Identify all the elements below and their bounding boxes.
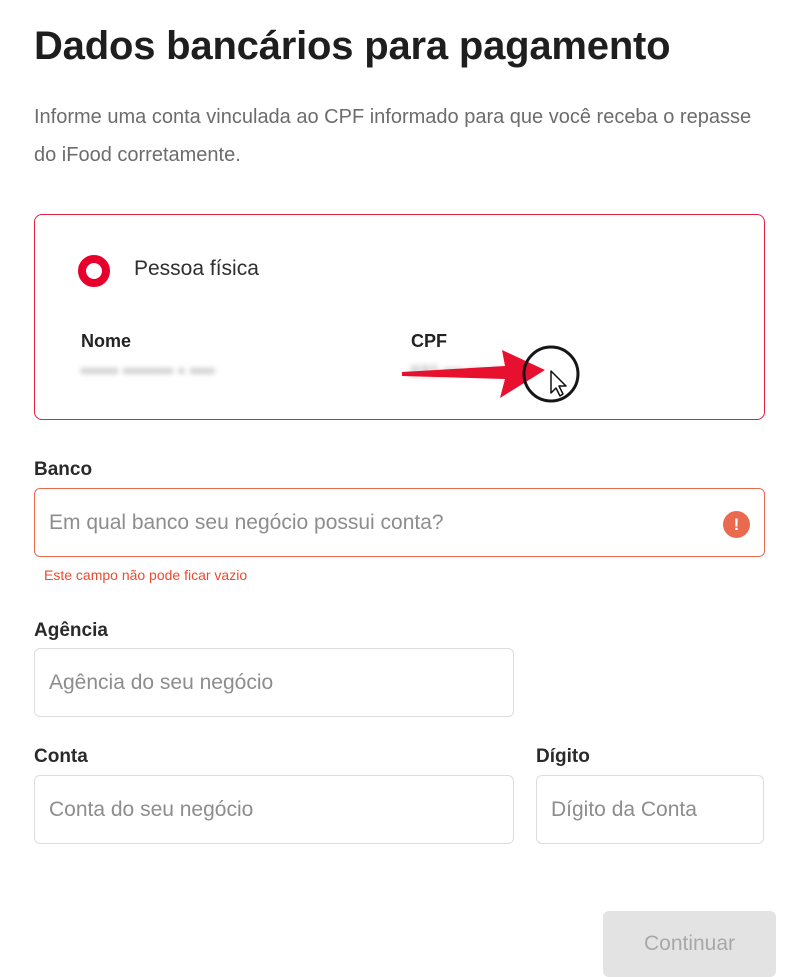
pessoa-fisica-card[interactable]: Pessoa física Nome •••••• •••••••• • •••… bbox=[34, 214, 765, 420]
error-icon: ! bbox=[723, 511, 750, 538]
radio-selected-icon[interactable] bbox=[78, 255, 110, 287]
cpf-value: 032.•••.•••-•• bbox=[411, 363, 506, 380]
digito-label: Dígito bbox=[536, 746, 590, 767]
nome-value: •••••• •••••••• • •••• bbox=[81, 363, 216, 380]
banco-placeholder: Em qual banco seu negócio possui conta? bbox=[49, 510, 444, 534]
cpf-label: CPF bbox=[411, 331, 447, 351]
continue-button[interactable]: Continuar bbox=[603, 911, 776, 977]
banco-error-message: Este campo não pode ficar vazio bbox=[44, 567, 248, 583]
page-subtitle: Informe uma conta vinculada ao CPF infor… bbox=[34, 106, 752, 166]
agencia-label: Agência bbox=[34, 620, 108, 641]
agencia-input[interactable]: Agência do seu negócio bbox=[34, 648, 514, 717]
agencia-placeholder: Agência do seu negócio bbox=[49, 670, 274, 694]
bank-details-page: Dados bancários para pagamento Informe u… bbox=[0, 0, 794, 977]
digito-input[interactable]: Dígito da Conta bbox=[536, 775, 764, 844]
banco-input[interactable]: Em qual banco seu negócio possui conta? … bbox=[34, 488, 765, 557]
conta-placeholder: Conta do seu negócio bbox=[49, 797, 254, 821]
pessoa-fisica-label: Pessoa física bbox=[134, 257, 259, 280]
conta-label: Conta bbox=[34, 746, 88, 767]
nome-label: Nome bbox=[81, 331, 132, 351]
conta-input[interactable]: Conta do seu negócio bbox=[34, 775, 514, 844]
banco-label: Banco bbox=[34, 459, 93, 480]
page-title: Dados bancários para pagamento bbox=[34, 24, 671, 68]
digito-placeholder: Dígito da Conta bbox=[551, 797, 697, 821]
